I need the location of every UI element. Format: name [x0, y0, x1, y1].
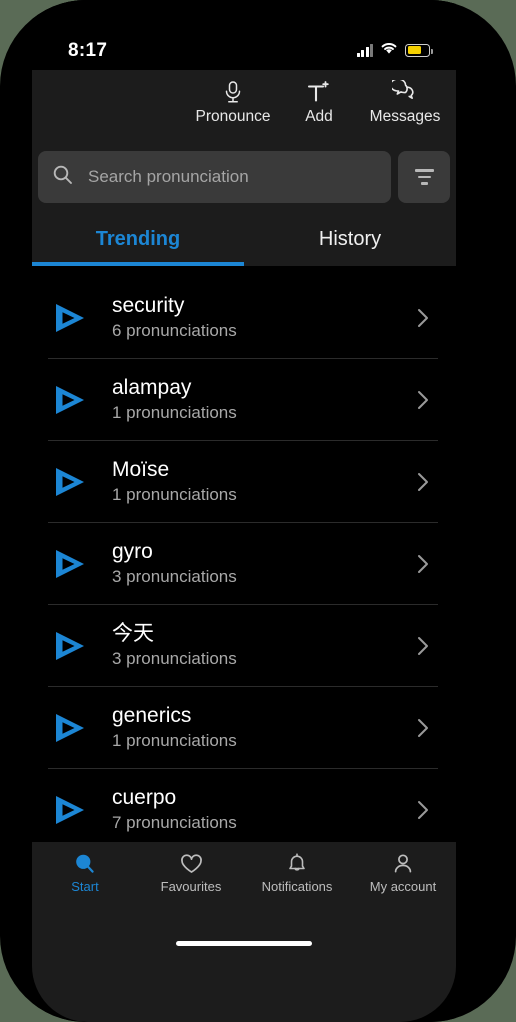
- play-icon: [56, 304, 84, 332]
- list-item-word: cuerpo: [112, 786, 177, 810]
- signal-bars-icon: [356, 43, 373, 57]
- bell-icon: [287, 852, 307, 876]
- list-item-subtitle: 3 pronunciations: [112, 566, 237, 586]
- filter-button[interactable]: [398, 151, 450, 203]
- search-box[interactable]: [38, 151, 391, 203]
- play-icon: [56, 714, 84, 742]
- home-indicator[interactable]: [176, 941, 312, 946]
- play-button[interactable]: [50, 626, 106, 666]
- list-item-word: security: [112, 294, 185, 318]
- nav-item-notifications[interactable]: Notifications: [244, 842, 350, 904]
- list-item[interactable]: gyro 3 pronunciations: [32, 523, 456, 605]
- nav-item-start[interactable]: Start: [32, 842, 138, 904]
- app-toolbar: Pronounce Add Messages: [32, 70, 456, 142]
- wifi-icon: [380, 41, 398, 60]
- tab-history[interactable]: History: [244, 212, 456, 266]
- add-text-icon: [306, 79, 332, 105]
- chevron-right-icon[interactable]: [406, 633, 440, 659]
- nav-item-my-account-label: My account: [369, 879, 437, 894]
- list-item-subtitle: 3 pronunciations: [112, 648, 237, 668]
- list-item[interactable]: security 6 pronunciations: [32, 277, 456, 359]
- phone-frame: 8:17 Pronounce Add Messages Search pronu…: [0, 0, 516, 1022]
- messages-button[interactable]: Messages: [362, 70, 448, 126]
- list-item-subtitle: 1 pronunciations: [112, 402, 237, 422]
- play-icon: [56, 468, 84, 496]
- search-icon: [74, 852, 96, 876]
- pronounce-button[interactable]: Pronounce: [190, 70, 276, 126]
- play-button[interactable]: [50, 462, 106, 502]
- play-icon: [56, 632, 84, 660]
- status-bar-time: 8:17: [68, 40, 108, 61]
- nav-item-favourites[interactable]: Favourites: [138, 842, 244, 904]
- status-bar: 8:17: [32, 0, 456, 70]
- person-icon: [392, 852, 414, 876]
- list-item-subtitle: 7 pronunciations: [112, 812, 237, 832]
- play-icon: [56, 550, 84, 578]
- chevron-right-icon[interactable]: [406, 387, 440, 413]
- play-button[interactable]: [50, 298, 106, 338]
- list-item-text: generics 1 pronunciations: [112, 704, 406, 751]
- list-item[interactable]: Moïse 1 pronunciations: [32, 441, 456, 523]
- list-item-subtitle: 1 pronunciations: [112, 730, 237, 750]
- microphone-icon: [222, 79, 244, 105]
- tab-bar: Trending History: [32, 212, 456, 266]
- list-item-word: 今天: [112, 622, 154, 646]
- phone-screen: 8:17 Pronounce Add Messages Search pronu…: [32, 0, 456, 1022]
- list-item-subtitle: 6 pronunciations: [112, 320, 237, 340]
- search-input[interactable]: [86, 166, 377, 188]
- list-item-subtitle: 1 pronunciations: [112, 484, 237, 504]
- chevron-right-icon[interactable]: [406, 469, 440, 495]
- list-item-word: gyro: [112, 540, 153, 564]
- nav-item-my-account[interactable]: My account: [350, 842, 456, 904]
- filter-icon: [414, 169, 434, 185]
- list-item-text: gyro 3 pronunciations: [112, 540, 406, 587]
- nav-item-favourites-label: Favourites: [160, 879, 222, 894]
- nav-item-start-label: Start: [71, 879, 99, 894]
- list-item-word: Moïse: [112, 458, 170, 482]
- play-button[interactable]: [50, 380, 106, 420]
- chevron-right-icon[interactable]: [406, 551, 440, 577]
- list-item[interactable]: alampay 1 pronunciations: [32, 359, 456, 441]
- list-item[interactable]: cuerpo 7 pronunciations: [32, 769, 456, 851]
- play-button[interactable]: [50, 790, 106, 830]
- status-bar-icons: [356, 40, 433, 60]
- list-item-text: 今天 3 pronunciations: [112, 622, 406, 669]
- bottom-nav: Start Favourites Notifications My accoun…: [32, 842, 456, 904]
- list-item[interactable]: 今天 3 pronunciations: [32, 605, 456, 687]
- messages-button-label: Messages: [369, 108, 441, 125]
- search-row: [32, 142, 456, 212]
- play-icon: [56, 796, 84, 824]
- play-button[interactable]: [50, 708, 106, 748]
- play-button[interactable]: [50, 544, 106, 584]
- chevron-right-icon[interactable]: [406, 305, 440, 331]
- list-item-text: security 6 pronunciations: [112, 294, 406, 341]
- pronounce-button-label: Pronounce: [195, 108, 271, 125]
- add-button[interactable]: Add: [276, 70, 362, 126]
- nav-item-notifications-label: Notifications: [261, 879, 333, 894]
- messages-icon: [392, 79, 418, 105]
- search-icon: [52, 164, 73, 190]
- chevron-right-icon[interactable]: [406, 797, 440, 823]
- list-item-text: cuerpo 7 pronunciations: [112, 786, 406, 833]
- bottom-nav-background: [32, 904, 456, 1022]
- add-button-label: Add: [305, 108, 333, 125]
- chevron-right-icon[interactable]: [406, 715, 440, 741]
- list-item-word: alampay: [112, 376, 192, 400]
- tab-trending[interactable]: Trending: [32, 212, 244, 266]
- list-item-word: generics: [112, 704, 192, 728]
- pronunciation-list[interactable]: security 6 pronunciations alampay 1 pronunc…: [32, 266, 456, 852]
- heart-icon: [180, 852, 203, 876]
- list-item-text: alampay 1 pronunciations: [112, 376, 406, 423]
- list-item[interactable]: generics 1 pronunciations: [32, 687, 456, 769]
- play-icon: [56, 386, 84, 414]
- battery-icon: [405, 43, 433, 57]
- list-item-text: Moïse 1 pronunciations: [112, 458, 406, 505]
